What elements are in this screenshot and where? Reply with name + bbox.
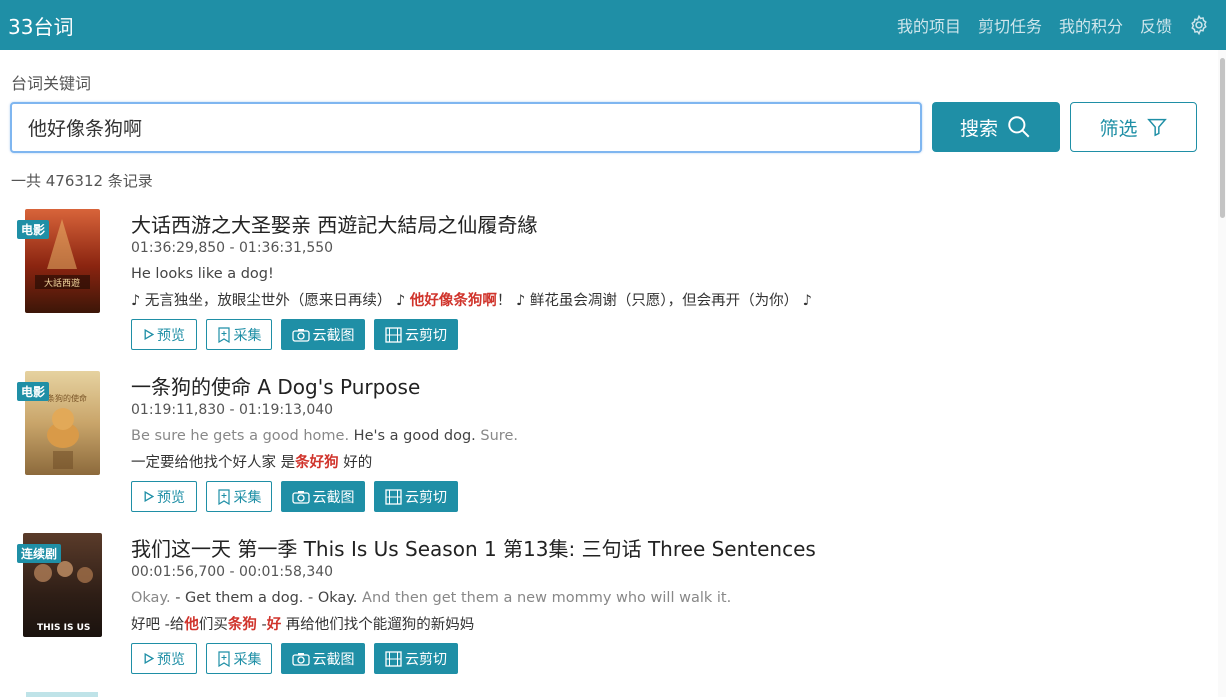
result-en-line: He looks like a dog! bbox=[131, 266, 274, 282]
zh-after: ！ ♪ 鲜花虽会凋谢（只愿），但会再开（为你） ♪ bbox=[496, 293, 812, 309]
cloud-cut-button[interactable]: 云剪切 bbox=[374, 643, 458, 674]
gear-icon[interactable] bbox=[1188, 14, 1210, 36]
preview-button[interactable]: 预览 bbox=[131, 319, 197, 350]
result-actions: 预览 采集 云截图 云剪切 bbox=[131, 319, 467, 350]
scrollbar[interactable] bbox=[1218, 50, 1226, 697]
film-icon bbox=[385, 488, 402, 505]
play-icon bbox=[144, 329, 154, 340]
en-main: He looks like a dog! bbox=[131, 266, 274, 282]
result-time: 00:01:56,700 - 00:01:58,340 bbox=[131, 564, 334, 580]
nav-my-projects[interactable]: 我的项目 bbox=[897, 13, 961, 37]
cut-label: 云剪切 bbox=[405, 651, 447, 668]
preview-button[interactable]: 预览 bbox=[131, 643, 197, 674]
play-icon bbox=[144, 653, 154, 664]
zh-after: 再给他们找个能遛狗的新妈妈 bbox=[281, 617, 475, 633]
preview-label: 预览 bbox=[157, 651, 185, 668]
result-item: 一条狗的使命 电影 一条狗的使命 A Dog's Purpose 01:19:1… bbox=[0, 371, 1210, 531]
en-prev: Be sure he gets a good home. bbox=[131, 428, 354, 444]
nav-cut-tasks[interactable]: 剪切任务 bbox=[978, 13, 1042, 37]
camera-icon bbox=[291, 328, 310, 342]
top-bar: 33台词 我的项目 剪切任务 我的积分 反馈 bbox=[0, 0, 1226, 50]
bookmark-plus-icon bbox=[217, 650, 230, 667]
collect-label: 采集 bbox=[233, 651, 262, 668]
film-icon bbox=[385, 326, 402, 343]
result-en-line: Okay. - Get them a dog. - Okay. And then… bbox=[131, 590, 731, 606]
camera-icon bbox=[291, 490, 310, 504]
search-icon bbox=[1008, 116, 1030, 138]
zh-highlight-3: 好 bbox=[266, 617, 282, 633]
brand-logo[interactable]: 33台词 bbox=[8, 11, 73, 40]
en-next: And then get them a new mommy who will w… bbox=[357, 590, 732, 606]
film-icon bbox=[385, 650, 402, 667]
cloud-cut-button[interactable]: 云剪切 bbox=[374, 481, 458, 512]
collect-button[interactable]: 采集 bbox=[206, 319, 272, 350]
collect-button[interactable]: 采集 bbox=[206, 643, 272, 674]
zh-highlight: 他好像条狗啊 bbox=[409, 293, 497, 309]
zh-highlight-2: 条狗 bbox=[227, 617, 257, 633]
search-input[interactable] bbox=[10, 102, 922, 153]
result-zh-line: 好吧 -给他们买条狗 -好 再给他们找个能遛狗的新妈妈 bbox=[131, 613, 474, 634]
en-main: - Get them a dog. - Okay. bbox=[175, 590, 358, 606]
camera-icon bbox=[291, 652, 310, 666]
type-badge: 电影 bbox=[17, 220, 50, 239]
screenshot-label: 云截图 bbox=[312, 651, 355, 668]
result-item: THIS IS US 连续剧 我们这一天 第一季 This Is Us Seas… bbox=[0, 533, 1210, 693]
en-next: Sure. bbox=[475, 428, 518, 444]
nav-my-points[interactable]: 我的积分 bbox=[1059, 13, 1123, 37]
search-button-label: 搜索 bbox=[959, 117, 998, 140]
cloud-screenshot-button[interactable]: 云截图 bbox=[281, 481, 365, 512]
poster-image[interactable] bbox=[26, 692, 98, 697]
zh-highlight: 他 bbox=[184, 617, 199, 633]
top-nav: 我的项目 剪切任务 我的积分 反馈 bbox=[880, 13, 1210, 37]
zh-prev: ♪ 无言独坐，放眼尘世外（愿来日再续） ♪ bbox=[131, 293, 410, 309]
preview-label: 预览 bbox=[157, 489, 185, 506]
result-time: 01:19:11,830 - 01:19:13,040 bbox=[131, 402, 334, 418]
preview-label: 预览 bbox=[157, 327, 185, 344]
nav-feedback[interactable]: 反馈 bbox=[1140, 13, 1172, 37]
result-title[interactable]: 一条狗的使命 A Dog's Purpose bbox=[131, 371, 420, 400]
result-title[interactable]: 大话西游之大圣娶亲 西遊記大結局之仙履奇緣 bbox=[131, 209, 537, 238]
result-zh-line: ♪ 无言独坐，放眼尘世外（愿来日再续） ♪ 他好像条狗啊！ ♪ 鲜花虽会凋谢（只… bbox=[131, 289, 812, 310]
cut-label: 云剪切 bbox=[405, 327, 447, 344]
preview-button[interactable]: 预览 bbox=[131, 481, 197, 512]
collect-label: 采集 bbox=[233, 327, 262, 344]
type-badge: 连续剧 bbox=[17, 544, 62, 563]
result-time: 01:36:29,850 - 01:36:31,550 bbox=[131, 240, 334, 256]
cloud-screenshot-button[interactable]: 云截图 bbox=[281, 643, 365, 674]
collect-button[interactable]: 采集 bbox=[206, 481, 272, 512]
zh-mid-2: - bbox=[256, 617, 267, 633]
scrollbar-thumb[interactable] bbox=[1220, 58, 1225, 218]
zh-prev: 一定要给他找个好人家 是 bbox=[131, 455, 296, 471]
bookmark-plus-icon bbox=[217, 488, 230, 505]
filter-button-label: 筛选 bbox=[1099, 117, 1138, 140]
result-actions: 预览 采集 云截图 云剪切 bbox=[131, 643, 467, 674]
type-badge: 电影 bbox=[17, 382, 50, 401]
cut-label: 云剪切 bbox=[405, 489, 447, 506]
cloud-screenshot-button[interactable]: 云截图 bbox=[281, 319, 365, 350]
result-actions: 预览 采集 云截图 云剪切 bbox=[131, 481, 467, 512]
zh-highlight: 条好狗 bbox=[295, 455, 339, 471]
result-title[interactable]: 我们这一天 第一季 This Is Us Season 1 第13集: 三句话 … bbox=[131, 533, 816, 562]
play-icon bbox=[144, 491, 154, 502]
svg-text:THIS IS US: THIS IS US bbox=[37, 623, 90, 633]
result-en-line: Be sure he gets a good home. He's a good… bbox=[131, 428, 518, 444]
screenshot-label: 云截图 bbox=[312, 327, 355, 344]
filter-icon bbox=[1146, 118, 1167, 137]
en-prev: Okay. bbox=[131, 590, 176, 606]
keyword-label: 台词关键词 bbox=[11, 74, 92, 93]
screenshot-label: 云截图 bbox=[312, 489, 355, 506]
search-button[interactable]: 搜索 bbox=[932, 102, 1060, 152]
cloud-cut-button[interactable]: 云剪切 bbox=[374, 319, 458, 350]
filter-button[interactable]: 筛选 bbox=[1070, 102, 1197, 152]
en-main: He's a good dog. bbox=[353, 428, 476, 444]
result-item: 大話西遊 电影 大话西游之大圣娶亲 西遊記大結局之仙履奇緣 01:36:29,8… bbox=[0, 209, 1210, 369]
collect-label: 采集 bbox=[233, 489, 262, 506]
bookmark-plus-icon bbox=[217, 326, 230, 343]
svg-text:大話西遊: 大話西遊 bbox=[44, 277, 80, 289]
zh-after: 好的 bbox=[338, 455, 373, 471]
total-count: 一共 476312 条记录 bbox=[11, 172, 153, 190]
zh-prev: 好吧 -给 bbox=[131, 617, 185, 633]
result-zh-line: 一定要给他找个好人家 是条好狗 好的 bbox=[131, 451, 372, 472]
zh-mid: 们买 bbox=[198, 617, 228, 633]
